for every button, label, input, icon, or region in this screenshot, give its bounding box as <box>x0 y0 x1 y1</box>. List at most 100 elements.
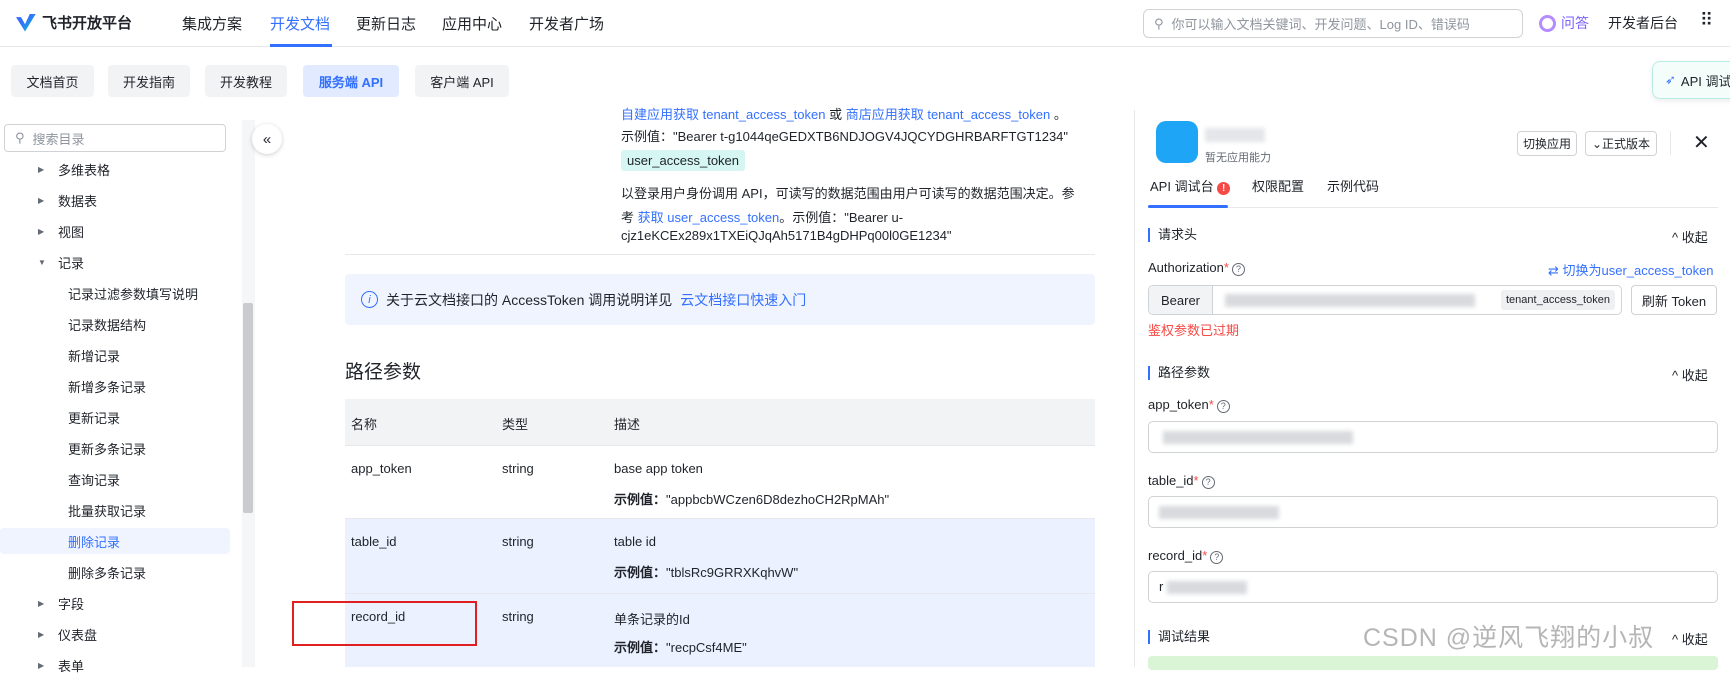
nav-item-developer-square[interactable]: 开发者广场 <box>529 13 604 34</box>
collapse-path-params[interactable]: ^ 收起 <box>1672 365 1708 384</box>
tab-api-console[interactable]: API 调试台 ! <box>1150 176 1231 195</box>
param-example: 示例值："appbcbWCzen6D8dezhoCH2RpMAh" <box>614 489 889 508</box>
sidebar-item[interactable]: 批量获取记录 <box>0 497 230 523</box>
help-icon[interactable]: ? <box>1216 400 1230 413</box>
app-subtitle: 暂无应用能力 <box>1205 152 1271 164</box>
close-icon[interactable]: ✕ <box>1693 130 1710 155</box>
version-select[interactable]: ⌄ 正式版本 <box>1585 131 1657 156</box>
doc-search-input[interactable]: ⚲ 你可以输入文档关键词、开发问题、Log ID、错误码 <box>1143 9 1523 38</box>
api-debug-float-button[interactable]: ➶ API 调试 <box>1652 61 1730 99</box>
switch-to-user-token-link[interactable]: ⇄ 切换为user_access_token <box>1548 260 1714 279</box>
collapse-request-header[interactable]: ^ 收起 <box>1672 227 1708 246</box>
param-desc: 单条记录的Id <box>614 612 690 627</box>
sidebar-item[interactable]: 更新记录 <box>0 404 230 430</box>
caret-right-icon: ▶ <box>38 195 45 205</box>
sidebar-item[interactable]: ▶ 仪表盘 <box>0 621 230 647</box>
record-id-input[interactable]: r <box>1148 571 1718 603</box>
table-row: table_id string table id 示例值："tblsRc9GRR… <box>345 518 1095 593</box>
label-text: table_id <box>1148 473 1194 488</box>
sidebar-item[interactable]: 查询记录 <box>0 466 230 492</box>
switch-app-button[interactable]: 切换应用 <box>1517 131 1577 156</box>
header-desc: 描述 <box>614 417 641 432</box>
sidebar-search-input[interactable]: ⚲ 搜索目录 <box>4 124 226 152</box>
nav-item-docs[interactable]: 开发文档 <box>270 13 330 34</box>
sidebar-item[interactable]: 记录过滤参数填写说明 <box>0 280 230 306</box>
tab-sample-code[interactable]: 示例代码 <box>1327 176 1379 195</box>
text-end: 。 <box>1050 107 1067 122</box>
link-custom-app-token[interactable]: 自建应用获取 tenant_access_token <box>621 107 825 122</box>
sidebar-item[interactable]: ▶ 多维表格 <box>0 156 230 182</box>
section-path-params: 路径参数 <box>1148 366 1210 380</box>
qa-icon <box>1539 14 1556 32</box>
tab-dev-guide[interactable]: 开发指南 <box>108 65 190 97</box>
sidebar-item[interactable]: ▶ 视图 <box>0 218 230 244</box>
tab-label: API 调试台 <box>1150 179 1214 194</box>
param-example: 示例值："tblsRc9GRRXKqhvW" <box>614 562 798 581</box>
sidebar-item-label: 记录 <box>58 255 85 271</box>
sidebar-item[interactable]: ▶ 表单 <box>0 652 230 678</box>
help-icon[interactable]: ? <box>1231 263 1245 276</box>
sidebar-item-label: 更新记录 <box>68 410 121 426</box>
sidebar-item[interactable]: ▶ 数据表 <box>0 187 230 213</box>
search-icon: ⚲ <box>15 130 25 145</box>
link-store-app-token[interactable]: 商店应用获取 tenant_access_token <box>846 107 1050 122</box>
tab-docs-home[interactable]: 文档首页 <box>11 65 94 97</box>
link-get-user-token[interactable]: 获取 user_access_token <box>638 210 780 225</box>
nav-item-app-center[interactable]: 应用中心 <box>442 13 502 34</box>
nav-item-changelog[interactable]: 更新日志 <box>356 13 416 34</box>
required-mark: * <box>1208 397 1214 412</box>
caret-right-icon: ▶ <box>38 660 45 670</box>
table-id-input[interactable] <box>1148 496 1718 528</box>
tabs-divider <box>1148 207 1718 208</box>
sidebar-item[interactable]: 记录数据结构 <box>0 311 230 337</box>
tab-dev-tutorial[interactable]: 开发教程 <box>205 65 287 97</box>
sidebar-item[interactable]: 删除记录 <box>0 528 230 554</box>
info-text: 关于云文档接口的 AccessToken 调用说明详见 <box>386 291 673 308</box>
sidebar-item-label: 新增多条记录 <box>68 379 147 395</box>
refresh-token-button[interactable]: 刷新 Token <box>1631 285 1717 315</box>
help-icon[interactable]: ? <box>1210 551 1224 564</box>
brand-logo[interactable]: 飞书开放平台 <box>16 12 132 33</box>
brand-name: 飞书开放平台 <box>42 15 133 32</box>
sidebar-item[interactable]: ▶ 字段 <box>0 590 230 616</box>
tab-client-api[interactable]: 客户端 API <box>415 65 509 97</box>
label-text: app_token <box>1148 397 1209 412</box>
sidebar-item[interactable]: ▼ 记录 <box>0 249 230 275</box>
help-icon[interactable]: ? <box>1201 476 1215 489</box>
app-token-input[interactable] <box>1148 421 1718 453</box>
sidebar-item[interactable]: 新增多条记录 <box>0 373 230 399</box>
sidebar-search-placeholder: 搜索目录 <box>32 131 85 147</box>
table-header: 名称 类型 描述 <box>345 399 1095 445</box>
divider <box>345 254 1095 255</box>
sidebar-item-label: 删除记录 <box>68 534 121 550</box>
link-cloud-doc-quickstart[interactable]: 云文档接口快速入门 <box>680 290 806 310</box>
qa-button[interactable]: 问答 <box>1539 13 1589 33</box>
doc-line-4: 考 获取 user_access_token。示例值："Bearer u- <box>621 207 903 226</box>
collapse-debug-result[interactable]: ^ 收起 <box>1672 629 1708 648</box>
section-request-header: 请求头 <box>1148 228 1197 242</box>
collapse-label: 收起 <box>1681 632 1708 647</box>
header-type: 类型 <box>502 417 529 432</box>
collapse-label: 收起 <box>1681 368 1708 383</box>
sidebar-item[interactable]: 删除多条记录 <box>0 559 230 585</box>
tab-server-api[interactable]: 服务端 API <box>303 65 399 97</box>
nav-item-solutions[interactable]: 集成方案 <box>182 13 242 34</box>
sidebar-item-label: 更新多条记录 <box>68 441 147 457</box>
sidebar-scroll-thumb[interactable] <box>243 303 253 513</box>
record-id-label: record_id*? <box>1148 548 1224 564</box>
switch-token-label: 切换为user_access_token <box>1562 263 1714 278</box>
sidebar-item[interactable]: 新增记录 <box>0 342 230 368</box>
param-type: string <box>502 609 534 624</box>
sidebar-item-label: 记录数据结构 <box>68 317 147 333</box>
authorization-label: Authorization*? <box>1148 260 1245 276</box>
record-id-value: r <box>1159 579 1164 594</box>
tab-permissions[interactable]: 权限配置 <box>1252 176 1304 195</box>
authorization-input[interactable]: Bearer tenant_access_token <box>1148 285 1622 315</box>
section-title-path-params: 路径参数 <box>345 362 422 383</box>
label-text: Authorization <box>1148 260 1224 275</box>
sidebar-item[interactable]: 更新多条记录 <box>0 435 230 461</box>
sidebar-item-label: 记录过滤参数填写说明 <box>68 286 199 302</box>
apps-grid-icon[interactable]: ⠿ <box>1700 10 1713 31</box>
collapse-sidebar-button[interactable]: « <box>252 124 282 154</box>
developer-console-link[interactable]: 开发者后台 <box>1608 13 1678 33</box>
